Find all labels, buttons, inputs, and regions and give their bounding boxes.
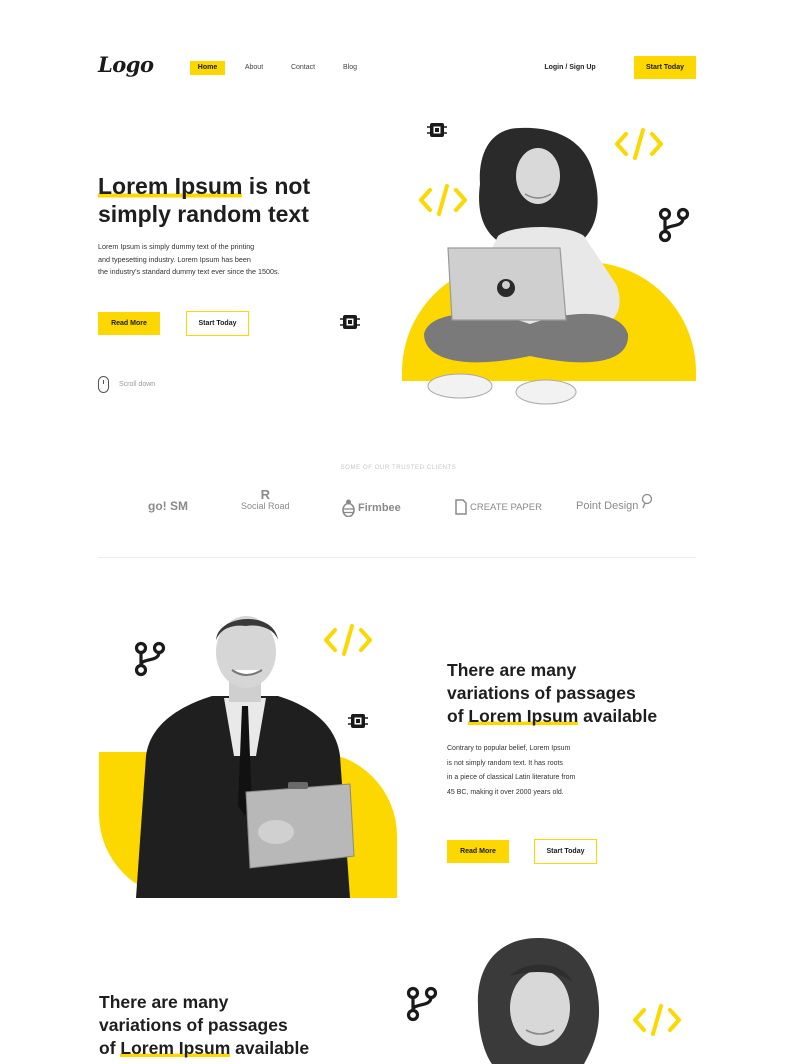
client-name: CREATE PAPER	[470, 501, 542, 513]
git-branch-icon	[658, 207, 690, 243]
woman-portrait-photo	[477, 938, 600, 1064]
section2-title-highlight: Lorem Ipsum	[468, 706, 579, 726]
client-logo-firmbee: Firmbee	[342, 499, 401, 517]
nav-contact[interactable]: Contact	[285, 61, 321, 75]
git-branch-icon	[134, 641, 166, 677]
logo[interactable]: Logo	[98, 52, 154, 77]
section-divider	[98, 557, 696, 558]
client-logo-create-paper: CREATE PAPER	[455, 499, 542, 515]
chip-icon	[348, 714, 368, 728]
bee-icon	[342, 499, 355, 517]
hero-title: Lorem Ipsum is not simply random text	[98, 172, 358, 228]
hero-start-today-button[interactable]: Start Today	[186, 311, 249, 336]
section2-desc-line: in a piece of classical Latin literature…	[447, 774, 576, 781]
hero-description: Lorem Ipsum is simply dummy text of the …	[98, 241, 288, 279]
woman-with-laptop-photo	[424, 127, 629, 405]
client-logo-social-road: R Social Road	[241, 488, 290, 511]
clients-label: SOME OF OUR TRUSTED CLIENTS	[340, 465, 457, 471]
scroll-down-hint[interactable]: Scroll down	[98, 376, 155, 393]
code-brackets-icon	[633, 1004, 681, 1036]
client-logo-point-design: Point Design	[576, 493, 653, 512]
nav-home[interactable]: Home	[190, 61, 225, 75]
hero-title-highlight: Lorem Ipsum	[98, 173, 243, 199]
section2-desc-line: 45 BC, making it over 2000 years old.	[447, 788, 564, 796]
section3-title-line2: variations of passages	[99, 1015, 288, 1035]
section2-title-line2: variations of passages	[447, 683, 636, 703]
hero-title-line2: simply random text	[98, 201, 309, 227]
nav-about[interactable]: About	[238, 61, 270, 75]
login-signup-link[interactable]: Login / Sign Up	[530, 61, 610, 75]
section2-title-line3: of Lorem Ipsum available	[447, 705, 687, 728]
nav-blog[interactable]: Blog	[336, 61, 364, 75]
hero-desc-line: Lorem Ipsum is simply dummy text of the …	[98, 242, 255, 251]
hero-read-more-button[interactable]: Read More	[98, 312, 160, 335]
section2-description: Contrary to popular belief, Lorem Ipsum …	[447, 742, 617, 800]
section3-title: There are many variations of passages of…	[99, 991, 339, 1060]
hero-desc-line: the industry's standard dummy text ever …	[98, 267, 280, 277]
scroll-down-label: Scroll down	[119, 381, 156, 388]
title-rest: available	[578, 706, 658, 726]
client-name: Firmbee	[358, 502, 401, 514]
paper-icon	[455, 499, 467, 515]
title-of: of	[447, 706, 469, 726]
mouse-icon	[98, 376, 109, 393]
client-name: Point Design	[576, 500, 639, 512]
section2-desc-line: Contrary to popular belief, Lorem Ipsum	[447, 745, 571, 752]
section3-title-line3: of Lorem Ipsum available	[99, 1037, 339, 1060]
header-start-today-button[interactable]: Start Today	[634, 56, 696, 79]
chip-icon	[340, 315, 360, 329]
social-road-mark-icon: R	[260, 487, 270, 502]
section2-title-line1: There are many	[447, 660, 577, 680]
code-brackets-icon	[324, 624, 372, 656]
section2-desc-line: is not simply random text. It has roots	[447, 759, 563, 767]
section2-title: There are many variations of passages of…	[447, 659, 687, 728]
section2-start-today-button[interactable]: Start Today	[534, 839, 597, 864]
git-branch-icon	[406, 986, 438, 1022]
client-name: Social Road	[241, 501, 290, 511]
section3-title-highlight: Lorem Ipsum	[120, 1038, 231, 1058]
pin-icon	[642, 493, 653, 509]
title-rest: available	[230, 1038, 310, 1058]
section3-title-line1: There are many	[99, 992, 229, 1012]
hero-desc-line: and typesetting industry. Lorem Ipsum ha…	[98, 254, 251, 264]
hero-title-rest: is not	[242, 173, 311, 199]
section2-read-more-button[interactable]: Read More	[447, 840, 509, 863]
title-of: of	[99, 1038, 121, 1058]
client-logo-gosm: go! SM	[148, 499, 188, 513]
